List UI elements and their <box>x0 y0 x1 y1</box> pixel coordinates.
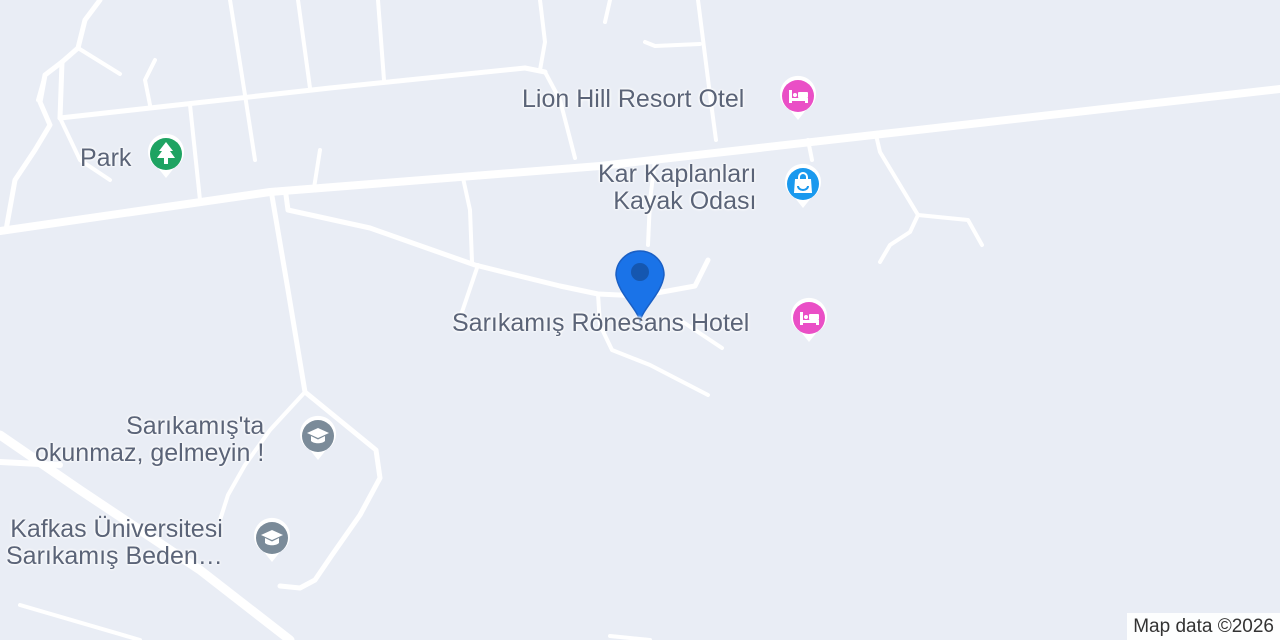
poi-label: Park <box>80 144 132 172</box>
upper-road <box>57 65 548 121</box>
poi-label: Lion Hill Resort Otel <box>522 85 745 113</box>
shopping-bag-icon[interactable] <box>783 162 823 210</box>
school-icon[interactable] <box>252 516 292 564</box>
map-canvas[interactable]: Lion Hill Resort Otel Park Kar Kaplanlar… <box>0 0 1280 640</box>
school-icon[interactable] <box>298 414 338 462</box>
poi-label: Kar Kaplanları Kayak Odası <box>598 161 756 215</box>
hotel-icon[interactable] <box>778 74 818 122</box>
poi-label-line: okunmaz, gelmeyin ! <box>35 439 265 467</box>
poi-label-line: Kayak Odası <box>613 187 757 215</box>
hotel-icon[interactable] <box>789 296 829 344</box>
poi-label-line: Kar Kaplanları <box>598 160 757 188</box>
poi-lion-hill-resort[interactable]: Lion Hill Resort Otel <box>522 86 744 113</box>
poi-label: Sarıkamış Rönesans Hotel <box>452 309 750 337</box>
poi-sarikamis-ronesans-hotel[interactable]: Sarıkamış Rönesans Hotel <box>452 310 749 337</box>
map-attribution: Map data ©2026 <box>1127 613 1280 640</box>
tree-icon[interactable] <box>146 132 186 180</box>
poi-kafkas-universitesi[interactable]: Kafkas Üniversitesi Sarıkamış Beden… <box>6 516 223 570</box>
poi-kar-kaplanlari[interactable]: Kar Kaplanları Kayak Odası <box>598 161 756 215</box>
poi-sarikamis-okunmaz[interactable]: Sarıkamış'ta okunmaz, gelmeyin ! <box>35 413 264 467</box>
poi-label: Kafkas Üniversitesi Sarıkamış Beden… <box>6 516 223 570</box>
poi-label-line: Sarıkamış'ta <box>126 412 265 440</box>
poi-label-line: Kafkas Üniversitesi <box>10 515 223 543</box>
poi-label-line: Sarıkamış Beden… <box>6 542 223 570</box>
poi-label: Sarıkamış'ta okunmaz, gelmeyin ! <box>35 413 264 467</box>
poi-park[interactable]: Park <box>80 145 131 172</box>
